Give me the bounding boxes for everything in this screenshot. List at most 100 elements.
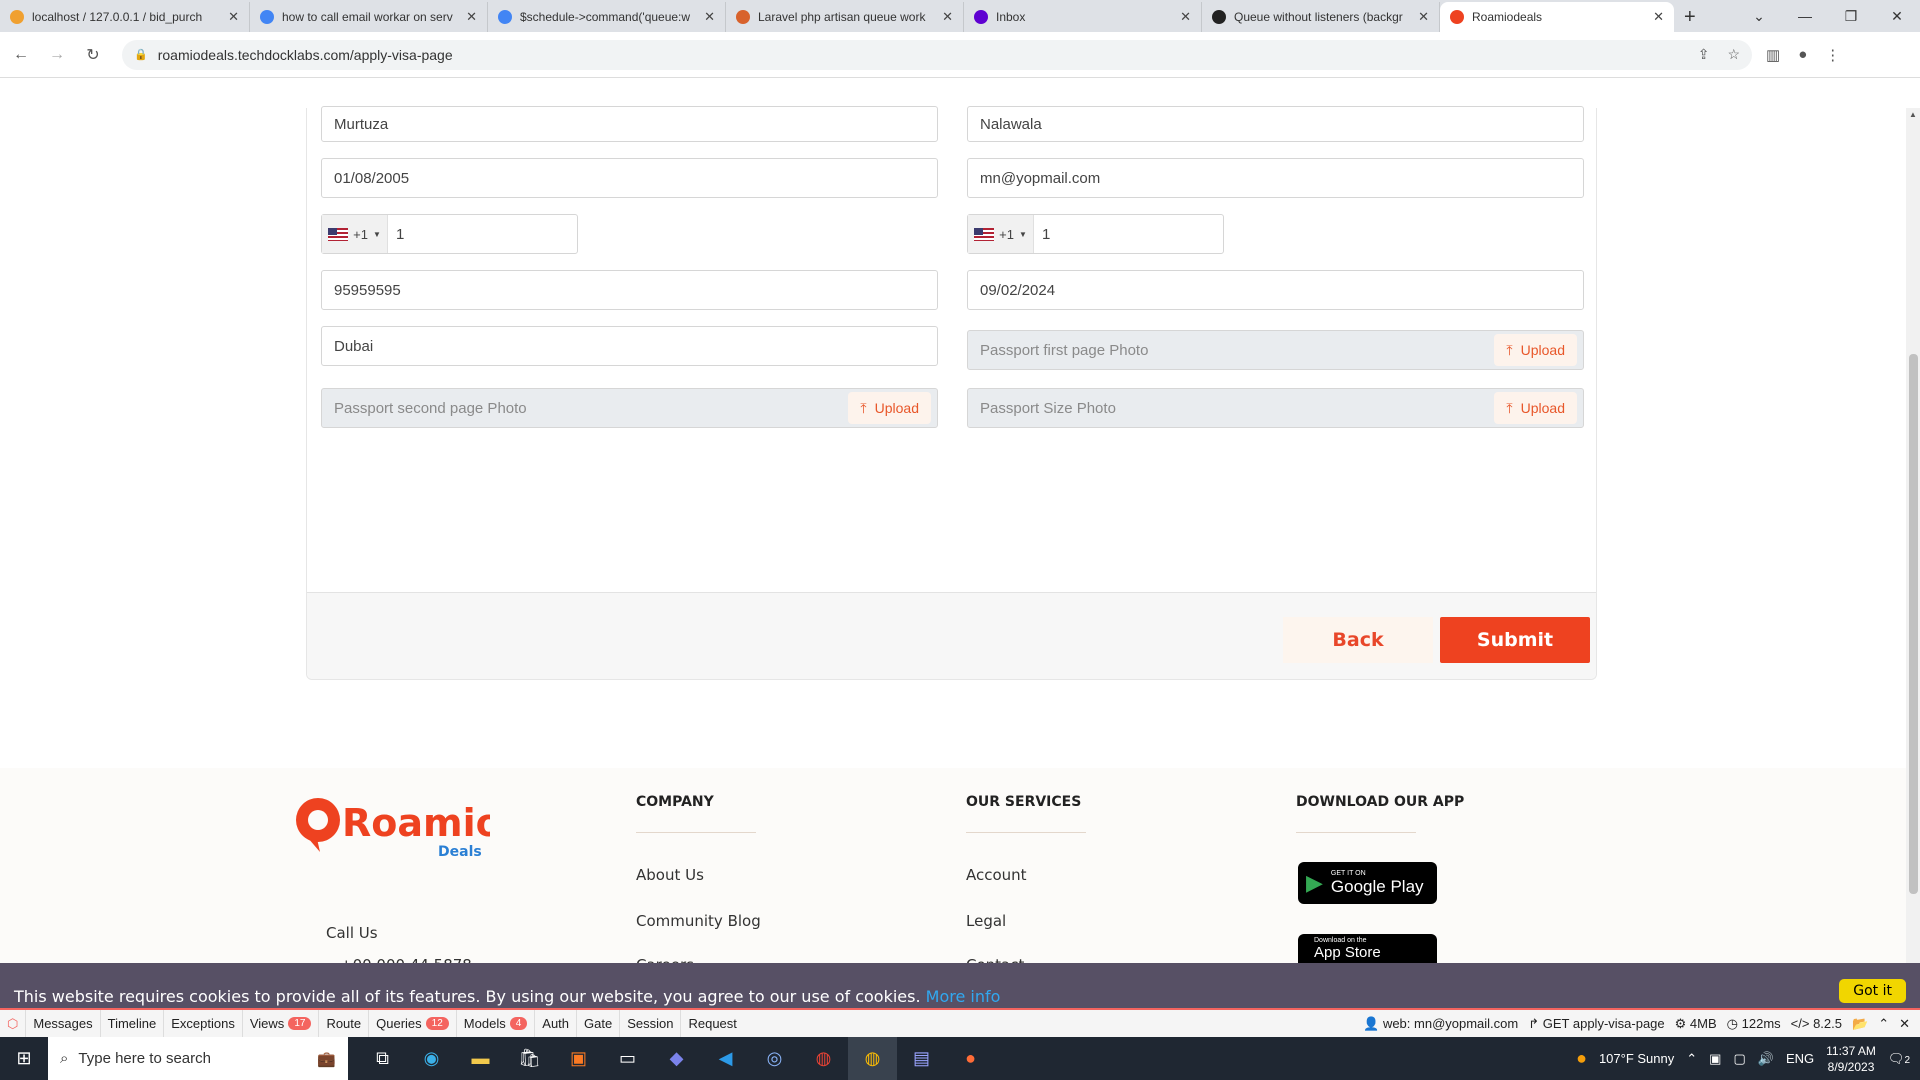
notification-icon[interactable]: 🗨2 bbox=[1888, 1051, 1910, 1067]
debug-tab-route[interactable]: Route bbox=[319, 1010, 370, 1037]
laravel-icon[interactable]: ⬡ bbox=[0, 1010, 27, 1037]
back-arrow-icon[interactable]: ← bbox=[6, 40, 36, 70]
browser-tab[interactable]: $schedule->command('queue:w ✕ bbox=[488, 2, 726, 32]
city-field[interactable]: Dubai bbox=[321, 326, 938, 366]
close-tab-icon[interactable]: ✕ bbox=[704, 9, 715, 25]
debug-tab-messages[interactable]: Messages bbox=[26, 1010, 101, 1037]
alt-phone-field[interactable]: +1 ▼ 1 bbox=[967, 214, 1224, 254]
forward-arrow-icon[interactable]: → bbox=[42, 40, 72, 70]
task-view-icon[interactable]: ⧉ bbox=[358, 1037, 407, 1080]
dob-field[interactable]: 01/08/2005 bbox=[321, 158, 938, 198]
upload-button[interactable]: ⤒ Upload bbox=[848, 392, 931, 424]
legal-link[interactable]: Legal bbox=[966, 912, 1006, 930]
about-us-link[interactable]: About Us bbox=[636, 866, 704, 884]
teams-icon[interactable]: ◆ bbox=[652, 1037, 701, 1080]
weather-text[interactable]: 107°F Sunny bbox=[1599, 1051, 1674, 1066]
scrollbar-thumb[interactable] bbox=[1909, 354, 1918, 894]
browser-tab[interactable]: localhost / 127.0.0.1 / bid_purch ✕ bbox=[0, 2, 250, 32]
last-name-field[interactable]: Nalawala bbox=[967, 106, 1584, 142]
app-heading: DOWNLOAD OUR APP bbox=[1296, 794, 1465, 810]
browser-tab[interactable]: how to call email workar on serv ✕ bbox=[250, 2, 488, 32]
community-blog-link[interactable]: Community Blog bbox=[636, 912, 761, 930]
menu-kebab-icon[interactable]: ⋮ bbox=[1825, 46, 1840, 64]
bookmark-star-icon[interactable]: ☆ bbox=[1727, 46, 1740, 63]
language-indicator[interactable]: ENG bbox=[1786, 1051, 1814, 1066]
country-code-select[interactable]: +1 ▼ bbox=[322, 215, 388, 253]
close-tab-icon[interactable]: ✕ bbox=[466, 9, 477, 25]
more-info-link[interactable]: More info bbox=[926, 987, 1001, 1006]
file-explorer-icon[interactable]: ▬ bbox=[456, 1037, 505, 1080]
country-code-select[interactable]: +1 ▼ bbox=[968, 215, 1034, 253]
passport-second-page-upload[interactable]: Passport second page Photo ⤒ Upload bbox=[321, 388, 938, 428]
xampp-icon[interactable]: ▣ bbox=[554, 1037, 603, 1080]
share-icon[interactable]: ⇪ bbox=[1698, 46, 1710, 63]
page-scrollbar[interactable]: ▲ bbox=[1906, 108, 1920, 1008]
browser-tab[interactable]: Inbox ✕ bbox=[964, 2, 1202, 32]
debug-tab-queries[interactable]: Queries 12 bbox=[369, 1010, 457, 1037]
network-icon[interactable]: ▢ bbox=[1733, 1051, 1745, 1067]
debug-tab-gate[interactable]: Gate bbox=[577, 1010, 621, 1037]
chrome-icon[interactable]: ◍ bbox=[848, 1037, 897, 1080]
upload-button[interactable]: ⤒ Upload bbox=[1494, 334, 1577, 366]
google-play-button[interactable]: ▶ GET IT ON Google Play bbox=[1298, 862, 1437, 904]
debug-tab-models[interactable]: Models 4 bbox=[457, 1010, 536, 1037]
volume-icon[interactable]: 🔊 bbox=[1758, 1051, 1774, 1067]
account-link[interactable]: Account bbox=[966, 866, 1027, 884]
debug-tab-views[interactable]: Views 17 bbox=[243, 1010, 320, 1037]
browser-tab[interactable]: Queue without listeners (backgr ✕ bbox=[1202, 2, 1440, 32]
postman-icon[interactable]: ● bbox=[946, 1037, 995, 1080]
close-tab-icon[interactable]: ✕ bbox=[228, 9, 239, 25]
email-field[interactable]: mn@yopmail.com bbox=[967, 158, 1584, 198]
store-icon[interactable]: 🛍 bbox=[505, 1037, 554, 1080]
folder-icon[interactable]: 📂 bbox=[1852, 1016, 1868, 1032]
debug-tab-request[interactable]: Request bbox=[681, 1010, 743, 1037]
tab-search-icon[interactable]: ⌄ bbox=[1736, 0, 1782, 32]
scroll-up-icon[interactable]: ▲ bbox=[1909, 110, 1917, 119]
close-tab-icon[interactable]: ✕ bbox=[1418, 9, 1429, 25]
app-icon[interactable]: ◎ bbox=[750, 1037, 799, 1080]
browser-tab-active[interactable]: Roamiodeals ✕ bbox=[1440, 2, 1674, 32]
security-icon[interactable]: ▣ bbox=[1709, 1051, 1721, 1067]
minimize-icon[interactable]: — bbox=[1782, 0, 1828, 32]
debug-tab-timeline[interactable]: Timeline bbox=[101, 1010, 165, 1037]
submit-button[interactable]: Submit bbox=[1440, 617, 1590, 663]
clock[interactable]: 11:37 AM 8/9/2023 bbox=[1826, 1043, 1876, 1075]
app-store-button[interactable]: Download on the App Store bbox=[1298, 934, 1437, 964]
cookie-text: This website requires cookies to provide… bbox=[14, 987, 921, 1006]
phpmyadmin-icon bbox=[10, 10, 24, 24]
url-field[interactable]: 🔒 roamiodeals.techdocklabs.com/apply-vis… bbox=[122, 39, 1752, 70]
phone-field[interactable]: +1 ▼ 1 bbox=[321, 214, 578, 254]
debug-tab-auth[interactable]: Auth bbox=[535, 1010, 578, 1037]
app-icon[interactable]: ▤ bbox=[897, 1037, 946, 1080]
back-button[interactable]: Back bbox=[1283, 617, 1433, 663]
restore-icon[interactable]: ❐ bbox=[1828, 0, 1874, 32]
got-it-button[interactable]: Got it bbox=[1839, 979, 1906, 1003]
new-tab-icon[interactable]: + bbox=[1674, 2, 1706, 32]
passport-first-page-upload[interactable]: Passport first page Photo ⤒ Upload bbox=[967, 330, 1584, 370]
expiry-date-field[interactable]: 09/02/2024 bbox=[967, 270, 1584, 310]
browser-tab[interactable]: Laravel php artisan queue work ✕ bbox=[726, 2, 964, 32]
profile-icon[interactable]: ● bbox=[1798, 46, 1807, 64]
close-tab-icon[interactable]: ✕ bbox=[1653, 9, 1664, 25]
passport-size-photo-upload[interactable]: Passport Size Photo ⤒ Upload bbox=[967, 388, 1584, 428]
chrome-icon[interactable]: ◍ bbox=[799, 1037, 848, 1080]
roamio-logo[interactable]: Roamio Deals bbox=[290, 788, 502, 868]
side-panel-icon[interactable]: ▥ bbox=[1766, 46, 1780, 64]
windows-start-icon[interactable]: ⊞ bbox=[0, 1037, 48, 1080]
debug-tab-session[interactable]: Session bbox=[620, 1010, 682, 1037]
debug-tab-exceptions[interactable]: Exceptions bbox=[164, 1010, 243, 1037]
close-tab-icon[interactable]: ✕ bbox=[942, 9, 953, 25]
taskbar-search[interactable]: ⌕ Type here to search 💼 bbox=[48, 1037, 348, 1080]
vscode-icon[interactable]: ◀ bbox=[701, 1037, 750, 1080]
close-window-icon[interactable]: ✕ bbox=[1874, 0, 1920, 32]
reload-icon[interactable]: ↻ bbox=[78, 40, 108, 70]
close-tab-icon[interactable]: ✕ bbox=[1180, 9, 1191, 25]
first-name-field[interactable]: Murtuza bbox=[321, 106, 938, 142]
tray-chevron-icon[interactable]: ⌃ bbox=[1686, 1051, 1697, 1067]
edge-icon[interactable]: ◉ bbox=[407, 1037, 456, 1080]
chevron-up-icon[interactable]: ⌃ bbox=[1878, 1016, 1889, 1032]
upload-button[interactable]: ⤒ Upload bbox=[1494, 392, 1577, 424]
terminal-icon[interactable]: ▭ bbox=[603, 1037, 652, 1080]
passport-number-field[interactable]: 95959595 bbox=[321, 270, 938, 310]
close-debugbar-icon[interactable]: ✕ bbox=[1899, 1016, 1910, 1032]
